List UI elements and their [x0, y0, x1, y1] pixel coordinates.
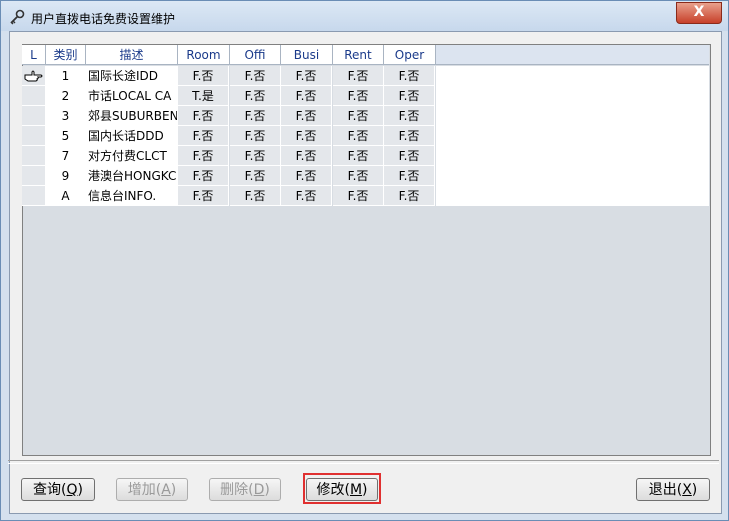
query-button-key: Q: [66, 482, 78, 498]
window-title: 用户直拨电话免费设置维护: [31, 12, 176, 26]
cell-busi[interactable]: F.否: [281, 106, 332, 126]
pointing-hand-icon: [24, 70, 43, 82]
cell-room[interactable]: F.否: [178, 126, 229, 146]
cell-busi[interactable]: F.否: [281, 166, 332, 186]
table-row[interactable]: 2 市话LOCAL CA T.是 F.否 F.否 F.否 F.否: [22, 86, 709, 106]
cell-oper[interactable]: F.否: [384, 186, 435, 206]
cell-offi[interactable]: F.否: [230, 86, 281, 106]
cell-code[interactable]: A: [46, 186, 86, 206]
row-indicator[interactable]: [22, 106, 46, 126]
column-header-rent[interactable]: Rent: [333, 45, 384, 65]
add-button[interactable]: 增加(A): [116, 478, 188, 501]
cell-room[interactable]: F.否: [178, 66, 229, 86]
column-header-filler: [436, 45, 709, 65]
cell-offi[interactable]: F.否: [230, 146, 281, 166]
button-bar-separator: [8, 460, 719, 464]
row-indicator[interactable]: [22, 146, 46, 166]
cell-offi[interactable]: F.否: [230, 66, 281, 86]
cell-offi[interactable]: F.否: [230, 186, 281, 206]
cell-busi[interactable]: F.否: [281, 126, 332, 146]
exit-button-label: 退出: [648, 482, 677, 498]
cell-room[interactable]: F.否: [178, 146, 229, 166]
cell-oper[interactable]: F.否: [384, 86, 435, 106]
cell-oper[interactable]: F.否: [384, 166, 435, 186]
row-filler: [436, 146, 709, 166]
cell-oper[interactable]: F.否: [384, 146, 435, 166]
table-row[interactable]: 7 对方付费CLCT F.否 F.否 F.否 F.否 F.否: [22, 146, 709, 166]
column-header-room[interactable]: Room: [178, 45, 230, 65]
table-row[interactable]: 3 郊县SUBURBEN F.否 F.否 F.否 F.否 F.否: [22, 106, 709, 126]
column-header-type[interactable]: 类别: [46, 45, 86, 65]
query-button[interactable]: 查询(Q): [21, 478, 95, 501]
row-filler: [436, 126, 709, 146]
cell-room[interactable]: T.是: [178, 86, 229, 106]
cell-desc[interactable]: 信息台INFO.: [86, 186, 178, 206]
row-indicator[interactable]: [22, 66, 46, 86]
table-row[interactable]: 9 港澳台HONGKC F.否 F.否 F.否 F.否 F.否: [22, 166, 709, 186]
cell-code[interactable]: 7: [46, 146, 86, 166]
cell-rent[interactable]: F.否: [333, 86, 384, 106]
cell-offi[interactable]: F.否: [230, 126, 281, 146]
close-button[interactable]: X: [676, 2, 722, 24]
row-filler: [436, 106, 709, 126]
cell-desc[interactable]: 市话LOCAL CA: [86, 86, 178, 106]
cell-oper[interactable]: F.否: [384, 66, 435, 86]
exit-button[interactable]: 退出(X): [636, 478, 710, 501]
delete-button[interactable]: 删除(D): [209, 478, 281, 501]
table-row[interactable]: 5 国内长话DDD F.否 F.否 F.否 F.否 F.否: [22, 126, 709, 146]
cell-desc[interactable]: 对方付费CLCT: [86, 146, 178, 166]
add-button-key: A: [161, 482, 171, 498]
cell-desc[interactable]: 郊县SUBURBEN: [86, 106, 178, 126]
query-button-label: 查询: [33, 482, 62, 498]
cell-offi[interactable]: F.否: [230, 166, 281, 186]
row-indicator[interactable]: [22, 186, 46, 206]
cell-code[interactable]: 3: [46, 106, 86, 126]
row-indicator[interactable]: [22, 166, 46, 186]
cell-desc[interactable]: 国际长途IDD: [86, 66, 178, 86]
cell-rent[interactable]: F.否: [333, 126, 384, 146]
cell-oper[interactable]: F.否: [384, 106, 435, 126]
cell-busi[interactable]: F.否: [281, 146, 332, 166]
exit-button-key: X: [682, 482, 692, 498]
delete-button-label: 删除: [220, 482, 249, 498]
table-row[interactable]: A 信息台INFO. F.否 F.否 F.否 F.否 F.否: [22, 186, 709, 206]
cell-rent[interactable]: F.否: [333, 146, 384, 166]
row-filler: [436, 86, 709, 106]
cell-code[interactable]: 5: [46, 126, 86, 146]
add-button-label: 增加: [127, 482, 156, 498]
cell-code[interactable]: 2: [46, 86, 86, 106]
table-row[interactable]: 1 国际长途IDD F.否 F.否 F.否 F.否 F.否: [22, 66, 709, 86]
cell-room[interactable]: F.否: [178, 166, 229, 186]
cell-desc[interactable]: 港澳台HONGKC: [86, 166, 178, 186]
column-header-l[interactable]: L: [22, 45, 46, 65]
delete-button-key: D: [253, 482, 265, 498]
cell-code[interactable]: 9: [46, 166, 86, 186]
key-icon: [10, 9, 25, 25]
column-header-desc[interactable]: 描述: [86, 45, 178, 65]
column-header-offi[interactable]: Offi: [230, 45, 281, 65]
cell-rent[interactable]: F.否: [333, 166, 384, 186]
cell-rent[interactable]: F.否: [333, 106, 384, 126]
cell-busi[interactable]: F.否: [281, 66, 332, 86]
column-header-oper[interactable]: Oper: [384, 45, 436, 65]
row-filler: [436, 66, 709, 86]
row-indicator[interactable]: [22, 126, 46, 146]
column-header-busi[interactable]: Busi: [281, 45, 333, 65]
cell-oper[interactable]: F.否: [384, 126, 435, 146]
title-bar[interactable]: 用户直拨电话免费设置维护 X: [1, 1, 728, 31]
cell-room[interactable]: F.否: [178, 186, 229, 206]
cell-rent[interactable]: F.否: [333, 66, 384, 86]
modify-button-highlight: [303, 473, 381, 504]
row-indicator[interactable]: [22, 86, 46, 106]
cell-offi[interactable]: F.否: [230, 106, 281, 126]
cell-busi[interactable]: F.否: [281, 86, 332, 106]
data-grid[interactable]: L 类别 描述 Room Offi Busi Rent Oper 1 国际长途I…: [22, 45, 709, 455]
cell-busi[interactable]: F.否: [281, 186, 332, 206]
cell-code[interactable]: 1: [46, 66, 86, 86]
row-filler: [436, 166, 709, 186]
cell-room[interactable]: F.否: [178, 106, 229, 126]
row-filler: [436, 186, 709, 206]
cell-desc[interactable]: 国内长话DDD: [86, 126, 178, 146]
cell-rent[interactable]: F.否: [333, 186, 384, 206]
